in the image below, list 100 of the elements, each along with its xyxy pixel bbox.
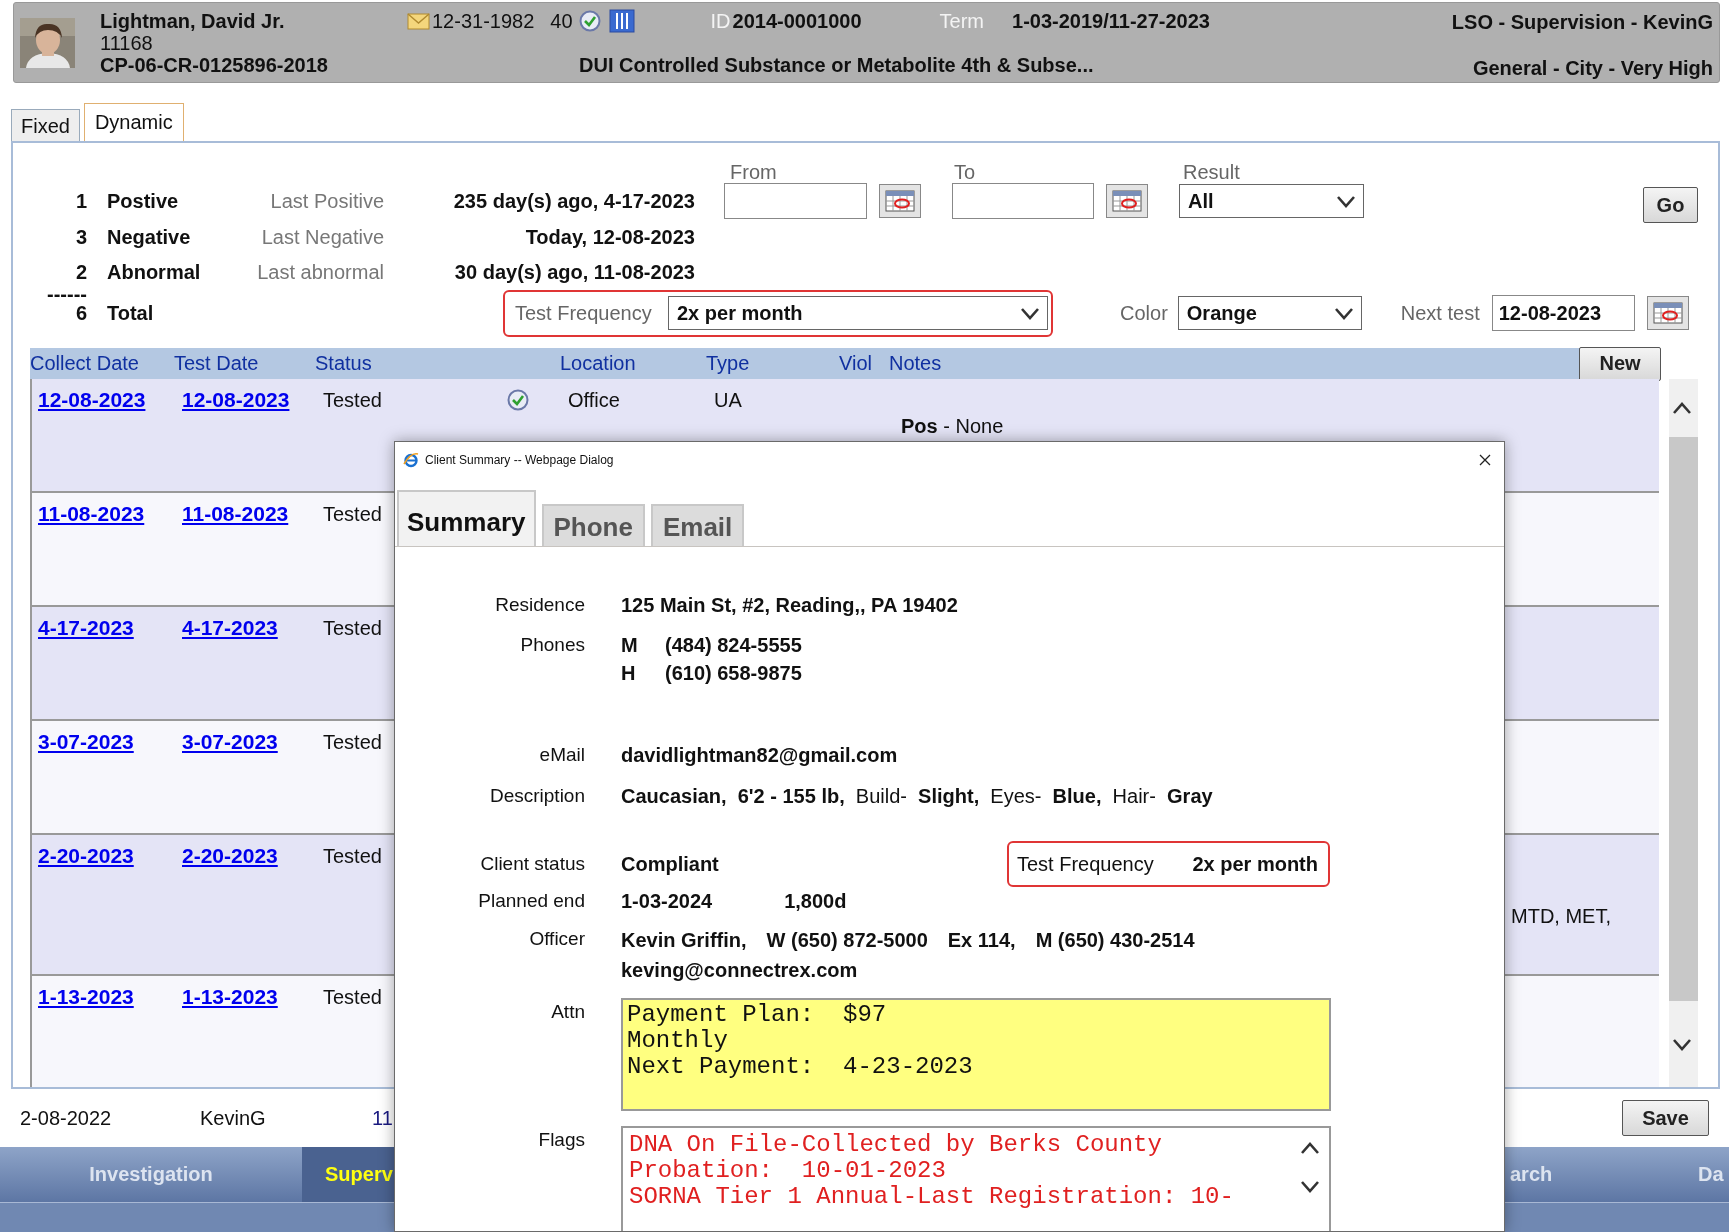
columns-icon — [608, 9, 635, 33]
status-text: Tested — [323, 844, 382, 869]
field-label: Attn — [550, 1000, 585, 1024]
stat-label: Last Negative — [260, 225, 384, 249]
date-link[interactable]: 3-07-2023 — [38, 729, 134, 755]
field-label: Description — [488, 784, 585, 808]
field-label: Result — [1183, 160, 1240, 184]
table-cell-text: UA — [714, 388, 742, 413]
term-label: Term — [939, 9, 985, 33]
date-link[interactable]: 2-20-2023 — [38, 843, 134, 869]
field-value: 2x per month — [1192, 852, 1318, 877]
field-label: To — [954, 160, 977, 184]
close-icon[interactable] — [1478, 453, 1492, 467]
stat-value: Today, 12-08-2023 — [524, 225, 695, 249]
date-link[interactable]: 3-07-2023 — [182, 729, 278, 755]
date-field[interactable] — [952, 183, 1094, 219]
phone-type: M — [621, 633, 639, 658]
dialog-title: Client Summary -- Webpage Dialog — [425, 453, 614, 467]
check-icon — [507, 389, 529, 411]
flags-field[interactable]: DNA On File-Collected by Berks County Probation: 10-01-2023 SORNA Tier 1 Annual-Last Registration: 10- — [621, 1126, 1331, 1231]
flag-line: Probation: 10-01-2023 — [629, 1158, 947, 1184]
field-value: 1,800d — [784, 889, 847, 914]
scrollbar-thumb[interactable] — [1669, 437, 1698, 1001]
phone-type: H — [621, 661, 637, 686]
color-dropdown[interactable]: Orange — [1177, 296, 1362, 330]
column-header[interactable]: Status — [315, 352, 560, 375]
calendar-button[interactable] — [1106, 184, 1148, 218]
age: 40 — [550, 9, 573, 33]
table-cell-text: 2-08-2022 — [20, 1106, 113, 1130]
field-label: Officer — [528, 927, 585, 951]
phone-number: (610) 658-9875 — [665, 661, 802, 686]
calendar-icon — [1652, 302, 1683, 324]
calendar-button[interactable] — [1646, 296, 1689, 330]
status-text: Tested — [323, 502, 382, 527]
date-link[interactable]: 11-08-2023 — [38, 501, 145, 527]
note-text: Pos - None — [901, 414, 1004, 439]
date-link[interactable]: 1-13-2023 — [182, 984, 278, 1010]
officer-email: keving@connectrex.com — [621, 958, 859, 983]
flag-line: SORNA Tier 1 Annual-Last Registration: 10- — [629, 1184, 1235, 1210]
column-header[interactable]: Notes — [889, 352, 1579, 375]
count: 3 — [74, 225, 87, 249]
save-button[interactable]: Save — [1622, 1100, 1709, 1136]
attn-field[interactable]: Payment Plan: $97 Monthly Next Payment: 4-23-2023 — [621, 998, 1331, 1111]
calendar-button[interactable] — [879, 184, 921, 218]
tab[interactable]: Summary — [397, 490, 536, 546]
field-label: Test Frequency — [515, 301, 652, 325]
status-text: Tested — [323, 388, 382, 413]
birth-date: 12-31-1982 — [432, 9, 535, 33]
new-button[interactable]: New — [1579, 346, 1661, 381]
date-field[interactable]: 12-08-2023 — [1491, 295, 1635, 331]
table-cell-text: KevinG — [200, 1106, 267, 1130]
date-link[interactable]: 4-17-2023 — [182, 615, 278, 641]
note-text: MTD, MET, — [1511, 904, 1611, 929]
field-label: From — [730, 160, 778, 184]
table-cell-text: Office — [568, 388, 620, 413]
client-name: Lightman, David Jr. — [100, 10, 286, 32]
date-field[interactable] — [724, 183, 867, 219]
field-label: Residence — [494, 593, 585, 617]
stat-label: Postive — [107, 189, 180, 213]
case-number: CP-06-CR-0125896-2018 — [100, 54, 329, 76]
frequency-dropdown[interactable]: 2x per month — [668, 296, 1048, 330]
date-link[interactable]: 12-08-2023 — [182, 387, 290, 413]
column-header[interactable]: Viol — [839, 352, 889, 375]
stat-label: Total — [107, 301, 155, 325]
count: 1 — [74, 189, 87, 213]
calendar-icon — [1112, 190, 1142, 212]
column-header[interactable]: Type — [706, 352, 839, 375]
column-header[interactable]: Location — [560, 352, 706, 375]
field-value: W (650) 872-5000 — [766, 928, 928, 953]
calendar-icon — [885, 190, 915, 212]
field-label: Next test — [1400, 301, 1480, 325]
id-label: ID — [710, 9, 731, 33]
stat-value: 30 day(s) ago, 11-08-2023 — [453, 261, 695, 284]
result-dropdown[interactable]: All — [1179, 184, 1364, 218]
date-link[interactable]: 1-13-2023 — [38, 984, 134, 1010]
date-link[interactable]: 11-08-2023 — [182, 501, 289, 527]
tab[interactable]: Email — [650, 504, 745, 546]
field-label: Phones — [519, 633, 585, 657]
date-link[interactable]: 4-17-2023 — [38, 615, 134, 641]
stat-label: Last abnormal — [256, 261, 384, 284]
phone-number: (484) 824-5555 — [665, 633, 802, 658]
count: 6 — [75, 301, 87, 325]
date-link[interactable]: 12-08-2023 — [38, 387, 146, 413]
field-label: eMail — [538, 743, 585, 767]
column-header[interactable]: Collect Date — [30, 352, 174, 375]
field-value: Compliant — [621, 852, 719, 877]
envelope-icon — [407, 12, 430, 30]
stat-label: Abnormal — [107, 261, 202, 284]
tab[interactable]: Phone — [541, 504, 645, 546]
total-rule: ------ — [47, 287, 87, 301]
field-label: Planned end — [477, 889, 585, 913]
date-link[interactable]: 2-20-2023 — [182, 843, 278, 869]
go-button[interactable]: Go — [1643, 187, 1698, 223]
field-value: M (650) 430-2514 — [1035, 928, 1195, 953]
stat-label: Last Positive — [269, 189, 384, 213]
column-header[interactable]: Test Date — [174, 352, 315, 375]
tab[interactable]: Fixed — [11, 109, 80, 141]
status-text: Tested — [323, 616, 382, 641]
scrollbar[interactable] — [1669, 379, 1698, 1087]
tab[interactable]: Dynamic — [83, 103, 184, 141]
